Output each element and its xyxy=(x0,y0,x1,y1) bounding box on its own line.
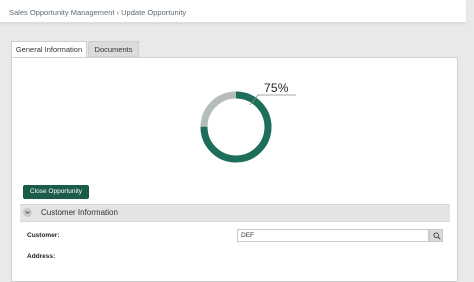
tab-documents[interactable]: Documents xyxy=(88,41,139,57)
address-label: Address: xyxy=(27,253,56,260)
breadcrumb: Sales Opportunity Management › Update Op… xyxy=(9,8,187,17)
section-title: Customer Information xyxy=(41,208,118,217)
search-icon xyxy=(433,232,441,240)
customer-label: Customer: xyxy=(27,232,60,239)
progress-percent-label: 75% xyxy=(264,81,289,95)
close-opportunity-button[interactable]: Close Opportunity xyxy=(23,185,89,199)
customer-information-header[interactable]: Customer Information xyxy=(20,204,450,222)
customer-lookup-button[interactable] xyxy=(429,229,443,242)
customer-input[interactable] xyxy=(237,229,429,242)
breadcrumb-bar: Sales Opportunity Management › Update Op… xyxy=(0,0,466,23)
chevron-down-icon[interactable] xyxy=(23,208,32,217)
tab-general-information[interactable]: General Information xyxy=(11,41,87,58)
